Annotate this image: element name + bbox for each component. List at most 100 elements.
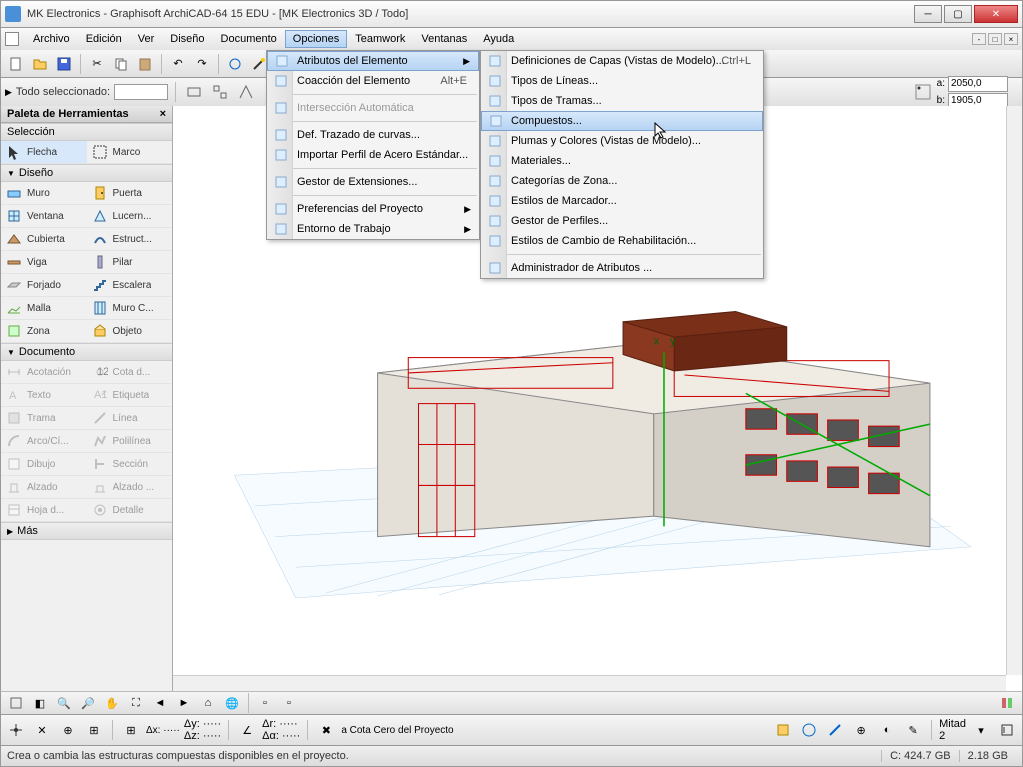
tool-object[interactable]: Objeto (87, 320, 173, 343)
tool-fill[interactable]: Trama (1, 407, 87, 430)
next-view-button[interactable]: ► (173, 692, 195, 714)
menuitem-entorno-de-trabajo[interactable]: Entorno de Trabajo▶ (267, 219, 479, 239)
coord-icon-4[interactable]: ⊞ (83, 719, 105, 741)
menuitem-importar-perfil-de-acero-est-ndar[interactable]: Importar Perfil de Acero Estándar... (267, 145, 479, 165)
tool-column[interactable]: Pilar (87, 251, 173, 274)
tool-beam[interactable]: Viga (1, 251, 87, 274)
tool-roof[interactable]: Cubierta (1, 228, 87, 251)
tool-curtain[interactable]: Muro C... (87, 297, 173, 320)
tool-elevation[interactable]: Alzado (1, 476, 87, 499)
close-button[interactable]: ✕ (974, 5, 1018, 23)
menu-ver[interactable]: Ver (130, 30, 163, 48)
menu-teamwork[interactable]: Teamwork (347, 30, 413, 48)
menuitem-categor-as-de-zona[interactable]: Categorías de Zona... (481, 171, 763, 191)
pan-button[interactable]: ✋ (101, 692, 123, 714)
vertical-scrollbar[interactable] (1006, 106, 1022, 675)
scale-dropdown-icon[interactable]: ▾ (970, 719, 992, 741)
orbit-button[interactable]: 🌐 (221, 692, 243, 714)
menuitem-definiciones-de-capas-vistas-de-modelo[interactable]: Definiciones de Capas (Vistas de Modelo)… (481, 51, 763, 71)
menuitem-estilos-de-cambio-de-rehabilitaci-n[interactable]: Estilos de Cambio de Rehabilitación... (481, 231, 763, 251)
menuitem-preferencias-del-proyecto[interactable]: Preferencias del Proyecto▶ (267, 199, 479, 219)
menuitem-gestor-de-extensiones[interactable]: Gestor de Extensiones... (267, 172, 479, 192)
tool-section[interactable]: Sección (87, 453, 173, 476)
nav5-button[interactable]: ◐ (876, 719, 898, 741)
tool-line[interactable]: Línea (87, 407, 173, 430)
menu-ventanas[interactable]: Ventanas (413, 30, 475, 48)
tool-dim[interactable]: Acotación (1, 361, 87, 384)
info-tool2[interactable] (209, 81, 231, 103)
menu-documento[interactable]: Documento (213, 30, 285, 48)
mdi-close-button[interactable]: × (1004, 33, 1018, 45)
menuitem-compuestos[interactable]: Compuestos... (481, 111, 763, 131)
toolbox-close-icon[interactable]: × (160, 108, 166, 120)
view-btn-2[interactable]: ◧ (29, 692, 51, 714)
info-count-input[interactable] (114, 84, 168, 100)
copy-button[interactable] (110, 53, 132, 75)
info-tool1[interactable] (183, 81, 205, 103)
anchor-icon[interactable] (912, 81, 934, 103)
nav3-button[interactable] (824, 719, 846, 741)
nav2-button[interactable] (798, 719, 820, 741)
tool-wall[interactable]: Muro (1, 182, 87, 205)
menuitem-coacci-n-del-elemento[interactable]: Coacción del ElementoAlt+E (267, 71, 479, 91)
menuitem-materiales[interactable]: Materiales... (481, 151, 763, 171)
origin-icon[interactable]: ✖ (315, 719, 337, 741)
tool-zone[interactable]: Zona (1, 320, 87, 343)
tool-slab[interactable]: Forjado (1, 274, 87, 297)
paste-button[interactable] (134, 53, 156, 75)
cut-button[interactable]: ✂ (86, 53, 108, 75)
menu-edicion[interactable]: Edición (78, 30, 130, 48)
prev-view-button[interactable]: ◄ (149, 692, 171, 714)
mdi-minimize-button[interactable]: - (972, 33, 986, 45)
home-view-button[interactable]: ⌂ (197, 692, 219, 714)
maximize-button[interactable]: ▢ (944, 5, 972, 23)
tool-marquee[interactable]: Marco (87, 141, 173, 164)
menu-opciones[interactable]: Opciones (285, 30, 347, 48)
menu-ayuda[interactable]: Ayuda (475, 30, 522, 48)
section-documento[interactable]: ▼Documento (1, 343, 172, 361)
tool-worksheet[interactable]: Hoja d... (1, 499, 87, 522)
tool-level[interactable]: 12Cota d... (87, 361, 173, 384)
mdi-restore-button[interactable]: □ (988, 33, 1002, 45)
menuitem-administrador-de-atributos[interactable]: Administrador de Atributos ... (481, 258, 763, 278)
tool-door[interactable]: Puerta (87, 182, 173, 205)
zoom-out-button[interactable]: 🔎 (77, 692, 99, 714)
view-btn-r1[interactable] (996, 692, 1018, 714)
menuitem-plumas-y-colores-vistas-de-modelo[interactable]: Plumas y Colores (Vistas de Modelo)... (481, 131, 763, 151)
tool-detail[interactable]: Detalle (87, 499, 173, 522)
end-button[interactable] (996, 719, 1018, 741)
tool-cursor[interactable]: Flecha (1, 141, 87, 164)
menuitem-tipos-de-l-neas[interactable]: Tipos de Líneas... (481, 71, 763, 91)
section-mas[interactable]: ▶Más (1, 522, 172, 540)
info-tool3[interactable] (235, 81, 257, 103)
coord-icon-3[interactable]: ⊕ (57, 719, 79, 741)
open-button[interactable] (29, 53, 51, 75)
redo-button[interactable]: ↷ (191, 53, 213, 75)
minimize-button[interactable]: ─ (914, 5, 942, 23)
tool-poly[interactable]: Polilínea (87, 430, 173, 453)
grid-icon[interactable]: ⊞ (120, 719, 142, 741)
menu-diseno[interactable]: Diseño (162, 30, 212, 48)
zoom-in-button[interactable]: 🔍 (53, 692, 75, 714)
undo-button[interactable]: ↶ (167, 53, 189, 75)
coord-icon-1[interactable] (5, 719, 27, 741)
view-btn-1[interactable] (5, 692, 27, 714)
menuitem-atributos-del-elemento[interactable]: Atributos del Elemento▶ (267, 51, 479, 71)
pick-button[interactable] (224, 53, 246, 75)
dim-a-input[interactable] (948, 76, 1008, 92)
tool-drawing[interactable]: Dibujo (1, 453, 87, 476)
view-btn-x1[interactable]: ▫ (254, 692, 276, 714)
tool-stair[interactable]: Escalera (87, 274, 173, 297)
coord-icon-2[interactable]: ✕ (31, 719, 53, 741)
tool-label[interactable]: A1Etiqueta (87, 384, 173, 407)
nav4-button[interactable]: ⊕ (850, 719, 872, 741)
tool-mesh[interactable]: Malla (1, 297, 87, 320)
menu-archivo[interactable]: Archivo (25, 30, 78, 48)
horizontal-scrollbar[interactable] (173, 675, 1006, 691)
tool-intelev[interactable]: Alzado ... (87, 476, 173, 499)
nav6-button[interactable]: ✎ (902, 719, 924, 741)
tool-window[interactable]: Ventana (1, 205, 87, 228)
menuitem-gestor-de-perfiles[interactable]: Gestor de Perfiles... (481, 211, 763, 231)
tool-shell[interactable]: Estruct... (87, 228, 173, 251)
menuitem-tipos-de-tramas[interactable]: Tipos de Tramas... (481, 91, 763, 111)
